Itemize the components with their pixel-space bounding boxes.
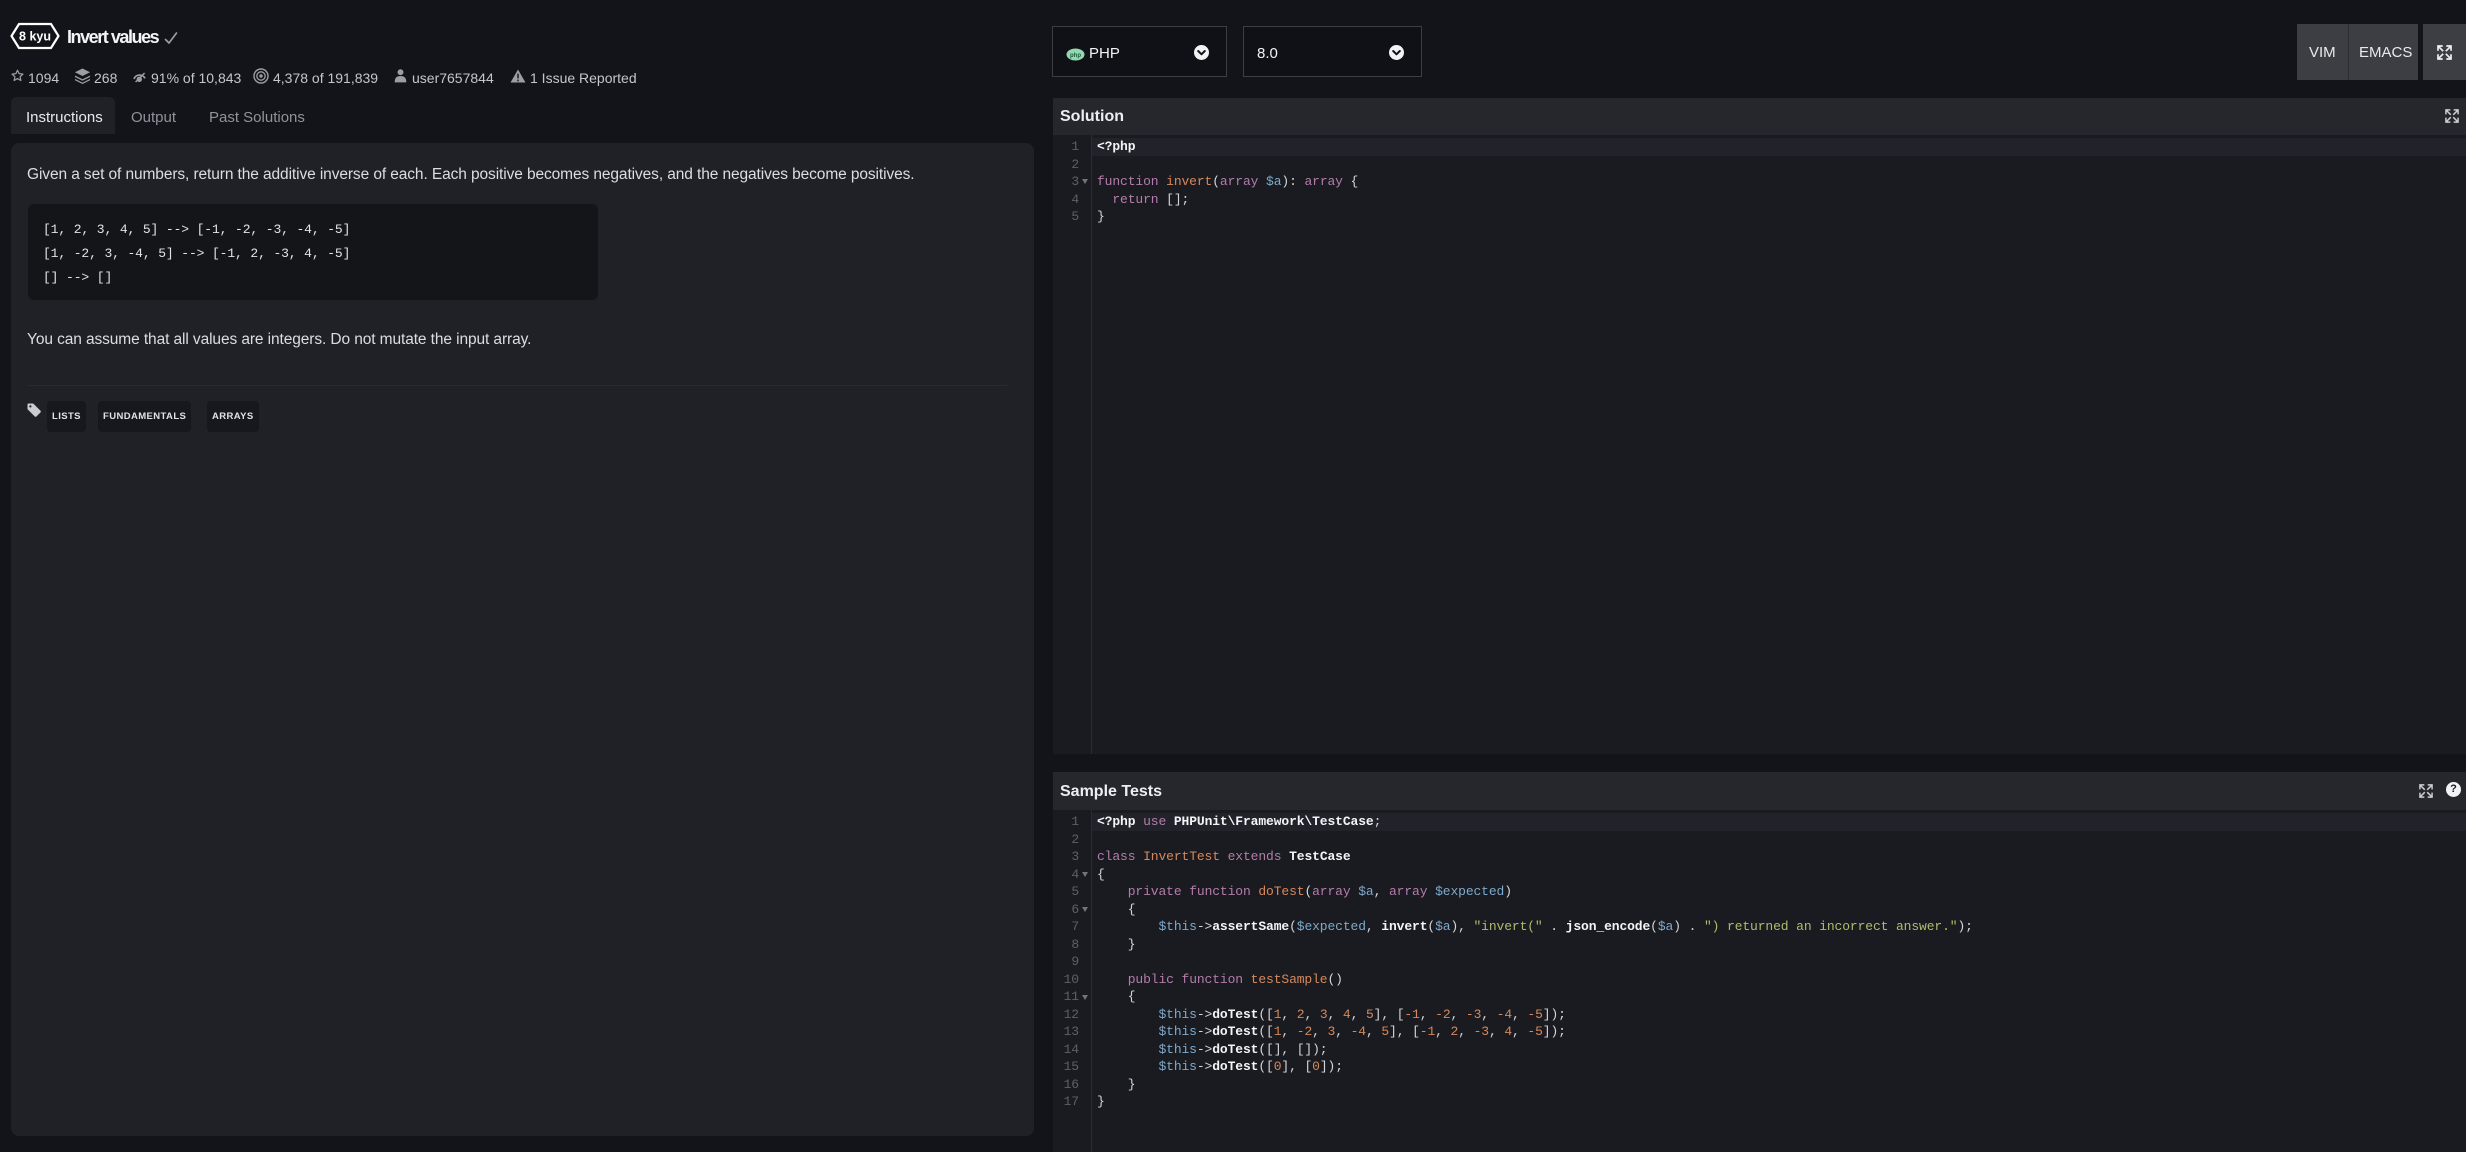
svg-text:8 kyu: 8 kyu	[19, 30, 51, 44]
svg-text:php: php	[1070, 53, 1081, 59]
